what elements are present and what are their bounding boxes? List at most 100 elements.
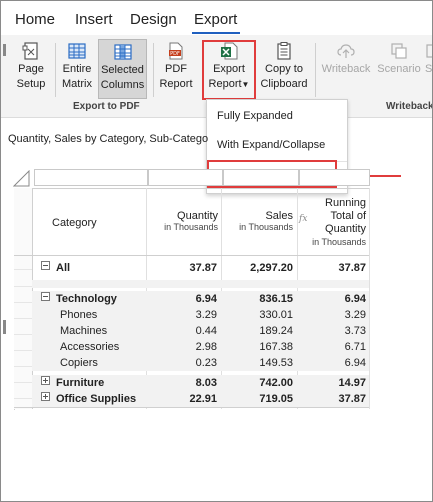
cell-quantity: 2.98 xyxy=(195,341,217,353)
cell-quantity: 0.23 xyxy=(195,357,217,369)
row-phones-label: Phones xyxy=(60,309,98,321)
ribbon-tabs: Home Insert Design Export xyxy=(1,1,432,34)
row-office-supplies-category: Office Supplies xyxy=(41,391,136,407)
cell-sales: 719.05 xyxy=(259,393,293,405)
table-bottom-border xyxy=(14,407,369,408)
cell-running-total: 14.97 xyxy=(338,377,366,389)
svg-text:PDF: PDF xyxy=(170,51,180,57)
writeback-label: Writeback xyxy=(321,63,371,75)
visual-caption: Quantity, Sales by Category, Sub-Categor… xyxy=(8,133,208,145)
copy-to-clipboard-label-2: Clipboard xyxy=(260,78,308,90)
partial-icon xyxy=(425,41,432,61)
cloud-upload-icon xyxy=(336,41,356,61)
s-partial-label: S xyxy=(425,63,433,75)
header-divider xyxy=(14,255,369,256)
row-header-rail xyxy=(14,188,33,409)
table-row-accessories[interactable]: Accessories 2.98 167.38 6.71 xyxy=(32,339,369,355)
ribbon-separator xyxy=(315,43,316,97)
tab-insert[interactable]: Insert xyxy=(75,11,113,29)
resize-marker xyxy=(3,44,6,56)
cell-running-total: 6.94 xyxy=(344,357,366,369)
rail-cell xyxy=(14,334,32,351)
cell-running-total: 3.73 xyxy=(344,325,366,337)
ribbon-separator xyxy=(55,43,56,97)
rail-cell xyxy=(14,286,32,303)
cell-sales: 836.15 xyxy=(259,293,293,305)
cell-sales: 167.38 xyxy=(259,341,293,353)
rail-cell xyxy=(14,318,32,335)
header-category[interactable]: Category xyxy=(52,188,142,255)
pdf-report-button[interactable]: PDF PDF Report xyxy=(157,39,195,92)
selected-columns-button[interactable]: Selected Columns xyxy=(98,39,147,99)
table-row-copiers[interactable]: Copiers 0.23 149.53 6.94 xyxy=(32,355,369,371)
header-running-line1: Running xyxy=(325,197,366,209)
cell-running-total: 6.71 xyxy=(344,341,366,353)
table-row-all[interactable]: All 37.87 2,297.20 37.87 xyxy=(32,260,369,276)
rail-cell xyxy=(14,255,32,270)
header-running-total[interactable]: Running Total of Quantity in Thousands xyxy=(301,188,366,255)
collapse-icon[interactable] xyxy=(41,261,50,270)
row-accessories-label: Accessories xyxy=(60,341,120,353)
matrix-corner-icon xyxy=(12,169,30,187)
menu-item-with-expand-collapse[interactable]: With Expand/Collapse xyxy=(207,132,347,159)
header-quantity-unit: in Thousands xyxy=(164,222,218,232)
drop-zone[interactable] xyxy=(34,169,148,186)
tab-home[interactable]: Home xyxy=(15,11,55,29)
app-window: Home Insert Design Export Page Setup Ent… xyxy=(0,0,433,502)
selected-columns-label-1: Selected xyxy=(101,64,144,76)
drop-zone[interactable] xyxy=(148,169,223,186)
menu-item-fully-expanded[interactable]: Fully Expanded xyxy=(207,103,347,130)
selected-columns-icon xyxy=(113,42,133,62)
scenario-button[interactable]: Scenario xyxy=(376,39,422,77)
header-sales[interactable]: Sales in Thousands xyxy=(222,188,293,255)
expand-icon[interactable] xyxy=(41,376,50,385)
table-row-machines[interactable]: Machines 0.44 189.24 3.73 xyxy=(32,323,369,339)
table-row-furniture[interactable]: Furniture 8.03 742.00 14.97 xyxy=(32,375,369,391)
rail-cell xyxy=(14,302,32,319)
page-setup-label-1: Page xyxy=(18,63,44,75)
cell-sales: 189.24 xyxy=(259,325,293,337)
cell-quantity: 22.91 xyxy=(189,393,217,405)
column-divider xyxy=(369,188,370,409)
cell-quantity: 0.44 xyxy=(195,325,217,337)
cell-sales: 742.00 xyxy=(259,377,293,389)
active-tab-indicator xyxy=(192,32,240,34)
table-grid-icon xyxy=(67,41,87,61)
table-row-office-supplies[interactable]: Office Supplies 22.91 719.05 37.87 xyxy=(32,391,369,407)
entire-matrix-label-2: Matrix xyxy=(62,78,92,90)
row-technology-category: Technology xyxy=(41,291,117,307)
row-copiers-label: Copiers xyxy=(60,357,98,369)
entire-matrix-label-1: Entire xyxy=(62,63,92,75)
drop-zone[interactable] xyxy=(299,169,370,186)
writeback-button[interactable]: Writeback xyxy=(319,39,373,77)
row-furniture-category: Furniture xyxy=(41,375,104,391)
entire-matrix-button[interactable]: Entire Matrix xyxy=(59,39,95,92)
table-row-technology[interactable]: Technology 6.94 836.15 6.94 xyxy=(32,291,369,307)
header-quantity[interactable]: Quantity in Thousands xyxy=(147,188,218,255)
cell-running-total: 6.94 xyxy=(344,293,366,305)
ribbon-separator xyxy=(153,43,154,97)
header-running-line2: Total of xyxy=(330,210,366,222)
table-row-phones[interactable]: Phones 3.29 330.01 3.29 xyxy=(32,307,369,323)
group-label-export-pdf: Export to PDF xyxy=(73,101,140,112)
row-office-supplies-label: Office Supplies xyxy=(56,393,137,405)
row-machines-label: Machines xyxy=(60,325,108,337)
expand-icon[interactable] xyxy=(41,392,50,401)
tab-design[interactable]: Design xyxy=(130,11,177,29)
header-running-line3: Quantity xyxy=(325,223,366,235)
rail-cell xyxy=(14,270,32,287)
collapse-icon[interactable] xyxy=(41,292,50,301)
copy-to-clipboard-button[interactable]: Copy to Clipboard xyxy=(259,39,309,92)
tab-export[interactable]: Export xyxy=(194,11,237,29)
scenario-label: Scenario xyxy=(377,63,421,75)
drop-zone[interactable] xyxy=(223,169,299,186)
row-furniture-label: Furniture xyxy=(56,377,105,389)
pdf-file-icon: PDF xyxy=(166,41,186,61)
page-setup-icon xyxy=(21,41,41,61)
page-setup-button[interactable]: Page Setup xyxy=(11,39,51,92)
copy-to-clipboard-label-1: Copy to xyxy=(265,63,303,75)
resize-marker xyxy=(3,320,6,334)
cell-running-total: 3.29 xyxy=(344,309,366,321)
s-partial-button[interactable]: S xyxy=(425,39,433,77)
cell-quantity: 3.29 xyxy=(195,309,217,321)
